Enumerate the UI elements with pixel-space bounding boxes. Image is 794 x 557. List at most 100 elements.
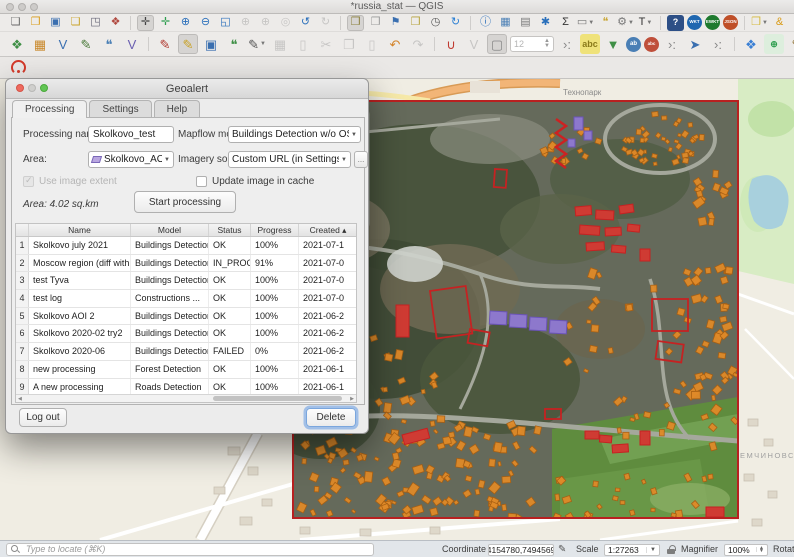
- search-settings-icon[interactable]: ⚙▼: [617, 15, 634, 31]
- vertex-tool-icon[interactable]: ✎▼: [247, 34, 267, 54]
- add-raster-layer-icon[interactable]: ▦: [30, 34, 50, 54]
- coordinate-input[interactable]: 4154780,7494569: [488, 544, 554, 556]
- measure-icon[interactable]: ▭▼: [577, 15, 594, 31]
- save-project-icon[interactable]: ▣: [47, 15, 64, 31]
- geoalert-plugin-icon[interactable]: [11, 60, 26, 75]
- new-project-icon[interactable]: ❏: [7, 15, 24, 31]
- data-source-manager-icon[interactable]: ❖: [7, 34, 27, 54]
- scroll-left-icon[interactable]: ◀: [18, 395, 22, 403]
- ab-badge-icon[interactable]: ab: [626, 37, 641, 52]
- zoom-to-feature-icon[interactable]: ⊕: [764, 34, 784, 54]
- save-layer-edits-icon[interactable]: ▣: [201, 34, 221, 54]
- advanced-digitizing-icon[interactable]: ▢: [487, 34, 507, 54]
- save-project-as-icon[interactable]: ❏: [67, 15, 84, 31]
- zoom-full-icon[interactable]: ◱: [217, 15, 234, 31]
- plugin-tool-icon[interactable]: ❖: [741, 34, 761, 54]
- scrollbar-thumb[interactable]: [213, 396, 342, 401]
- imagery-source-more-button[interactable]: ...: [354, 151, 368, 168]
- add-vector-layer-icon[interactable]: V: [53, 34, 73, 54]
- processing-toolbox-icon[interactable]: ✱: [537, 15, 554, 31]
- zoom-in-icon[interactable]: ⊕: [177, 15, 194, 31]
- log-out-button[interactable]: Log out: [19, 408, 67, 427]
- table-row[interactable]: 3test TyvaBuildings DetectionOK100%2021-…: [16, 272, 356, 290]
- help-contents-icon[interactable]: ?: [667, 15, 684, 31]
- label-pin-icon[interactable]: ▼: [603, 34, 623, 54]
- tab-settings[interactable]: Settings: [89, 100, 151, 118]
- tab-processing[interactable]: Processing: [12, 100, 87, 118]
- table-horizontal-scrollbar[interactable]: ◀ ▶: [16, 394, 356, 402]
- json-badge-icon[interactable]: JSON: [723, 15, 738, 30]
- extent-pen-icon[interactable]: ✎: [558, 541, 566, 557]
- table-row[interactable]: 2Moscow region (diff with ...Buildings D…: [16, 255, 356, 273]
- open-project-icon[interactable]: ❐: [27, 15, 44, 31]
- label-expression-icon[interactable]: ›:: [662, 34, 682, 54]
- expression-icon[interactable]: ›:: [557, 34, 577, 54]
- locator-search[interactable]: [6, 543, 374, 556]
- move-label-icon[interactable]: ➤: [685, 34, 705, 54]
- lock-icon[interactable]: [667, 545, 676, 555]
- style-manager-icon[interactable]: ❖: [107, 15, 124, 31]
- mapflow-model-select[interactable]: Buildings Detection w/o OSM▼: [228, 126, 361, 143]
- dock-map-view-icon[interactable]: ❒: [367, 15, 384, 31]
- dialog-titlebar[interactable]: Geoalert: [6, 79, 368, 99]
- table-row[interactable]: 7Skolkovo 2020-06Buildings DetectionFAIL…: [16, 343, 356, 361]
- current-edits-icon[interactable]: ✎: [155, 34, 175, 54]
- show-bookmarks-icon[interactable]: ❒: [407, 15, 424, 31]
- new-map-view-icon[interactable]: ❒: [347, 15, 364, 31]
- pan-map-icon[interactable]: ✛: [137, 15, 154, 31]
- locate-input[interactable]: [24, 543, 369, 555]
- column-header-progress[interactable]: Progress: [251, 224, 299, 236]
- delete-button[interactable]: Delete: [306, 408, 356, 427]
- stepper-icons[interactable]: ▲▼: [756, 547, 764, 553]
- identify-features-icon[interactable]: ⓘ: [477, 15, 494, 31]
- add-feature-icon[interactable]: ❝: [224, 34, 244, 54]
- map-tips-icon[interactable]: ❝: [597, 15, 614, 31]
- table-row[interactable]: 1Skolkovo july 2021Buildings Detection .…: [16, 237, 356, 255]
- temporal-controller-icon[interactable]: ◷: [427, 15, 444, 31]
- new-bookmark-icon[interactable]: ⚑: [387, 15, 404, 31]
- snapping-icon[interactable]: ∪: [441, 34, 461, 54]
- attribute-table-icon[interactable]: ▦: [497, 15, 514, 31]
- layer-labeling-icon[interactable]: abc: [580, 34, 600, 54]
- column-header-status[interactable]: Status: [209, 224, 251, 236]
- add-delimited-text-icon[interactable]: ❝: [99, 34, 119, 54]
- map-edit-plugin-icon[interactable]: ✎: [787, 34, 794, 54]
- processing-table-header[interactable]: NameModelStatusProgressCreated ▴: [16, 224, 356, 237]
- refresh-map-icon[interactable]: ↻: [447, 15, 464, 31]
- table-row[interactable]: 8new processingForest DetectionOK100%202…: [16, 361, 356, 379]
- column-header-created[interactable]: Created ▴: [299, 224, 357, 236]
- window-titlebar[interactable]: *russia_stat — QGIS: [0, 0, 794, 14]
- diagram-expression-icon[interactable]: ›:: [708, 34, 728, 54]
- statistics-icon[interactable]: Σ: [557, 15, 574, 31]
- add-virtual-layer-icon[interactable]: V: [122, 34, 142, 54]
- toggle-editing-icon[interactable]: ✎: [178, 34, 198, 54]
- table-row[interactable]: 4test logConstructions ...OK100%2021-07-…: [16, 290, 356, 308]
- column-header-model[interactable]: Model: [131, 224, 209, 236]
- scroll-right-icon[interactable]: ▶: [350, 395, 354, 403]
- column-header-num[interactable]: [16, 224, 29, 236]
- zoom-out-icon[interactable]: ⊖: [197, 15, 214, 31]
- imagery-source-select[interactable]: Custom URL (in Settings)▼: [228, 151, 351, 168]
- start-processing-button[interactable]: Start processing: [134, 191, 236, 213]
- select-by-location-icon[interactable]: ❒▼: [751, 15, 768, 31]
- new-shapefile-icon[interactable]: ✎: [76, 34, 96, 54]
- abc-badge-icon[interactable]: abc: [644, 37, 659, 52]
- zoom-last-icon[interactable]: ↺: [297, 15, 314, 31]
- text-annotation-icon[interactable]: T▼: [637, 15, 654, 31]
- tab-help[interactable]: Help: [154, 100, 201, 118]
- wkt-badge-icon[interactable]: WKT: [687, 15, 702, 30]
- pan-to-selection-icon[interactable]: ✛: [157, 15, 174, 31]
- ewkt-badge-icon[interactable]: EWKT: [705, 15, 720, 30]
- magnifier-spinner[interactable]: 100% ▲▼: [724, 544, 768, 556]
- new-print-layout-icon[interactable]: ◳: [87, 15, 104, 31]
- table-row[interactable]: 6Skolkovo 2020-02 try2Buildings Detectio…: [16, 325, 356, 343]
- table-row[interactable]: 5Skolkovo AOI 2Buildings DetectionOK100%…: [16, 308, 356, 326]
- column-header-name[interactable]: Name: [29, 224, 131, 236]
- area-select[interactable]: Skolkovo_AOI_te▼: [88, 151, 174, 168]
- script-runner-icon[interactable]: &: [771, 15, 788, 31]
- processing-name-input[interactable]: [88, 126, 174, 143]
- undo-icon[interactable]: ↶: [385, 34, 405, 54]
- field-calculator-icon[interactable]: ▤: [517, 15, 534, 31]
- update-cache-checkbox[interactable]: [196, 176, 207, 187]
- scale-select[interactable]: 1:27263▼: [604, 544, 660, 556]
